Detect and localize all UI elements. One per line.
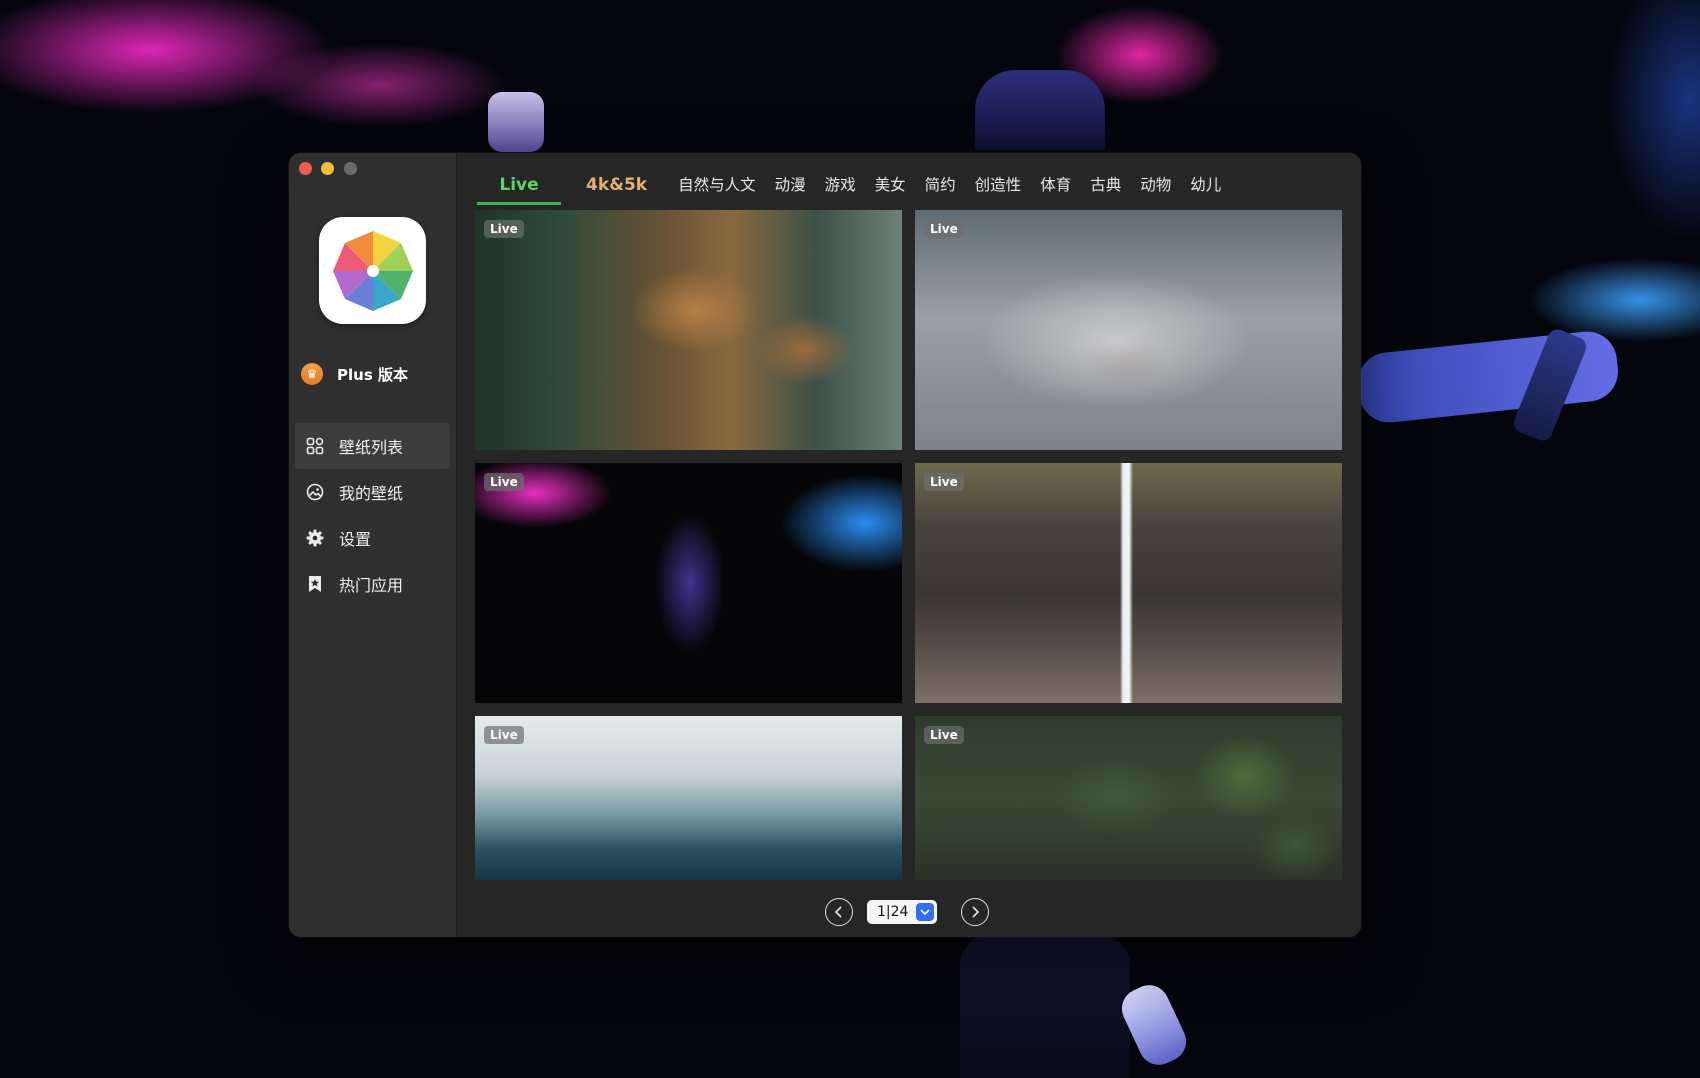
previous-page-button[interactable] [825,898,853,926]
chevron-right-icon [972,906,980,918]
sidebar-item-wallpaper-list[interactable]: 壁纸列表 [295,423,450,469]
tab-nature-culture[interactable]: 自然与人文 [678,167,756,203]
chevron-left-icon [834,906,842,918]
tab-4k5k[interactable]: 4k&5k [586,167,647,203]
tab-kids[interactable]: 幼儿 [1190,167,1221,203]
grid-icon [305,436,325,456]
live-badge: Live [484,220,524,238]
sidebar-nav: 壁纸列表 我的壁纸 设置 热门应用 [295,423,450,607]
window-minimize-button[interactable] [321,162,334,175]
wallpaper-thumbnail[interactable]: Live [475,716,902,880]
background-arm-right [1355,328,1621,426]
wallpaper-thumbnail[interactable]: Live [475,210,902,450]
page-select[interactable]: 1|24 [867,900,937,924]
tab-minimal[interactable]: 简约 [925,167,956,203]
live-badge: Live [484,726,524,744]
plus-version-row[interactable]: ♛ Plus 版本 [301,362,408,386]
tab-sports[interactable]: 体育 [1040,167,1071,203]
wallpaper-thumbnail[interactable]: Live [915,463,1342,703]
wallpaper-thumbnail[interactable]: Live [915,716,1342,880]
sidebar: ♛ Plus 版本 壁纸列表 我的壁纸 设置 热门应用 [289,153,457,937]
background-spray-can-left [488,92,544,152]
chevron-down-icon [916,903,934,921]
app-logo-icon [319,217,426,324]
app-window: ♛ Plus 版本 壁纸列表 我的壁纸 设置 热门应用 Live 4k&5k 自… [289,153,1361,937]
sidebar-item-label: 热门应用 [339,576,404,595]
background-figure-legs [960,935,1130,1078]
window-close-button[interactable] [299,162,312,175]
pagination: 1|24 [825,897,989,927]
tab-creative[interactable]: 创造性 [975,167,1022,203]
tab-anime[interactable]: 动漫 [775,167,806,203]
background-figure-top [975,70,1105,150]
live-badge: Live [924,220,964,238]
window-zoom-button[interactable] [344,162,357,175]
tab-animals[interactable]: 动物 [1140,167,1171,203]
crown-icon: ♛ [301,363,323,385]
live-badge: Live [484,473,524,491]
page-indicator: 1|24 [877,904,909,920]
wallpaper-thumbnail[interactable]: Live [475,463,902,703]
background-shoe [1115,978,1193,1072]
tab-live[interactable]: Live [477,167,561,205]
tab-beauty[interactable]: 美女 [875,167,906,203]
gear-icon [305,528,325,548]
sidebar-item-label: 壁纸列表 [339,438,404,457]
live-badge: Live [924,473,964,491]
wallpaper-thumbnail[interactable]: Live [915,210,1342,450]
live-badge: Live [924,726,964,744]
sidebar-item-popular-apps[interactable]: 热门应用 [295,561,450,607]
main-content: Live 4k&5k 自然与人文 动漫 游戏 美女 简约 创造性 体育 古典 动… [457,153,1361,937]
bookmark-star-icon [305,574,325,594]
plus-version-label: Plus 版本 [337,365,408,384]
sidebar-item-settings[interactable]: 设置 [295,515,450,561]
next-page-button[interactable] [961,898,989,926]
tab-classical[interactable]: 古典 [1090,167,1121,203]
sidebar-item-my-wallpapers[interactable]: 我的壁纸 [295,469,450,515]
category-tabs: Live 4k&5k 自然与人文 动漫 游戏 美女 简约 创造性 体育 古典 动… [477,167,1240,205]
sidebar-item-label: 设置 [339,530,372,549]
sidebar-item-label: 我的壁纸 [339,484,404,503]
tab-games[interactable]: 游戏 [825,167,856,203]
background-spray-can-right [1510,326,1590,444]
image-icon [305,482,325,502]
